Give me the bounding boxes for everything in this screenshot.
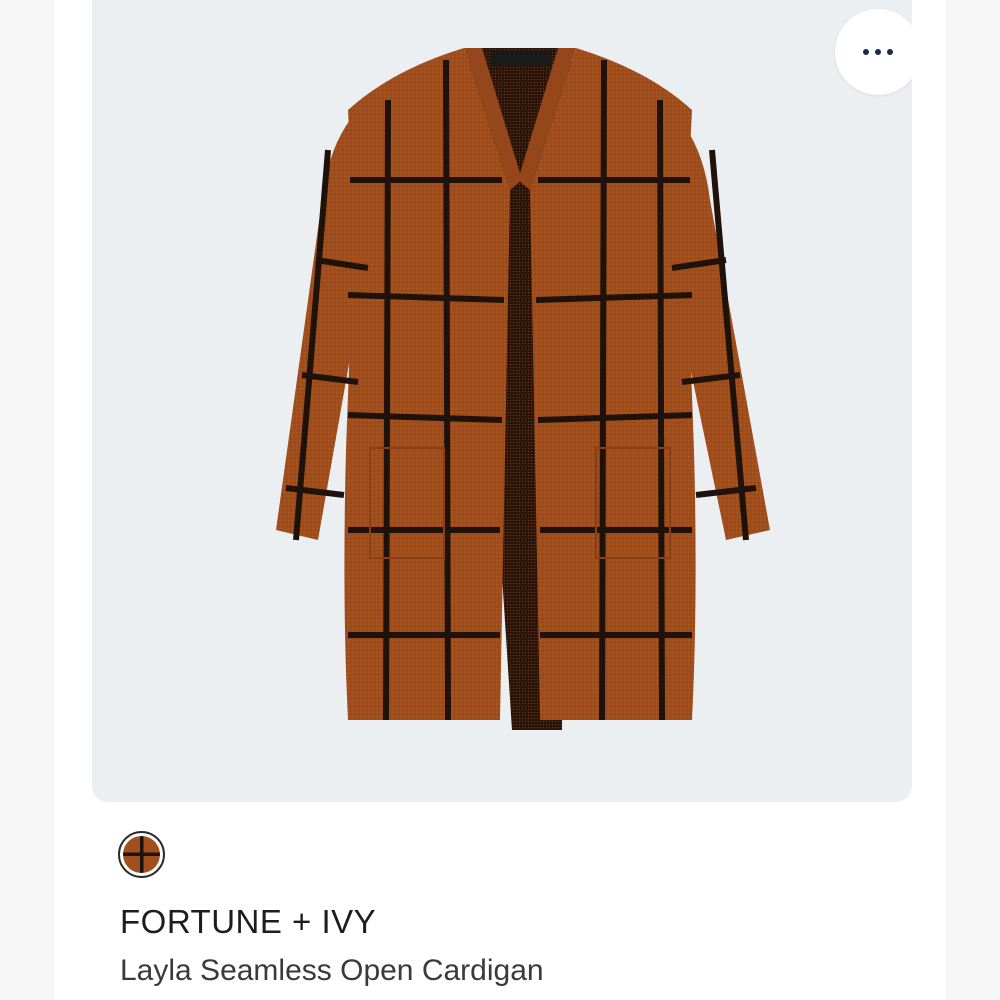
more-horizontal-icon [863,49,893,55]
swatch-color-sample [123,836,160,873]
product-card: FORTUNE + IVY Layla Seamless Open Cardig… [54,0,946,1000]
product-page: FORTUNE + IVY Layla Seamless Open Cardig… [0,0,1000,1000]
product-image [276,48,770,730]
more-options-button[interactable] [835,9,912,95]
product-name: Layla Seamless Open Cardigan [120,954,544,987]
product-image-panel[interactable] [92,0,912,802]
color-swatch[interactable] [118,831,165,878]
brand-name: FORTUNE + IVY [120,903,377,940]
